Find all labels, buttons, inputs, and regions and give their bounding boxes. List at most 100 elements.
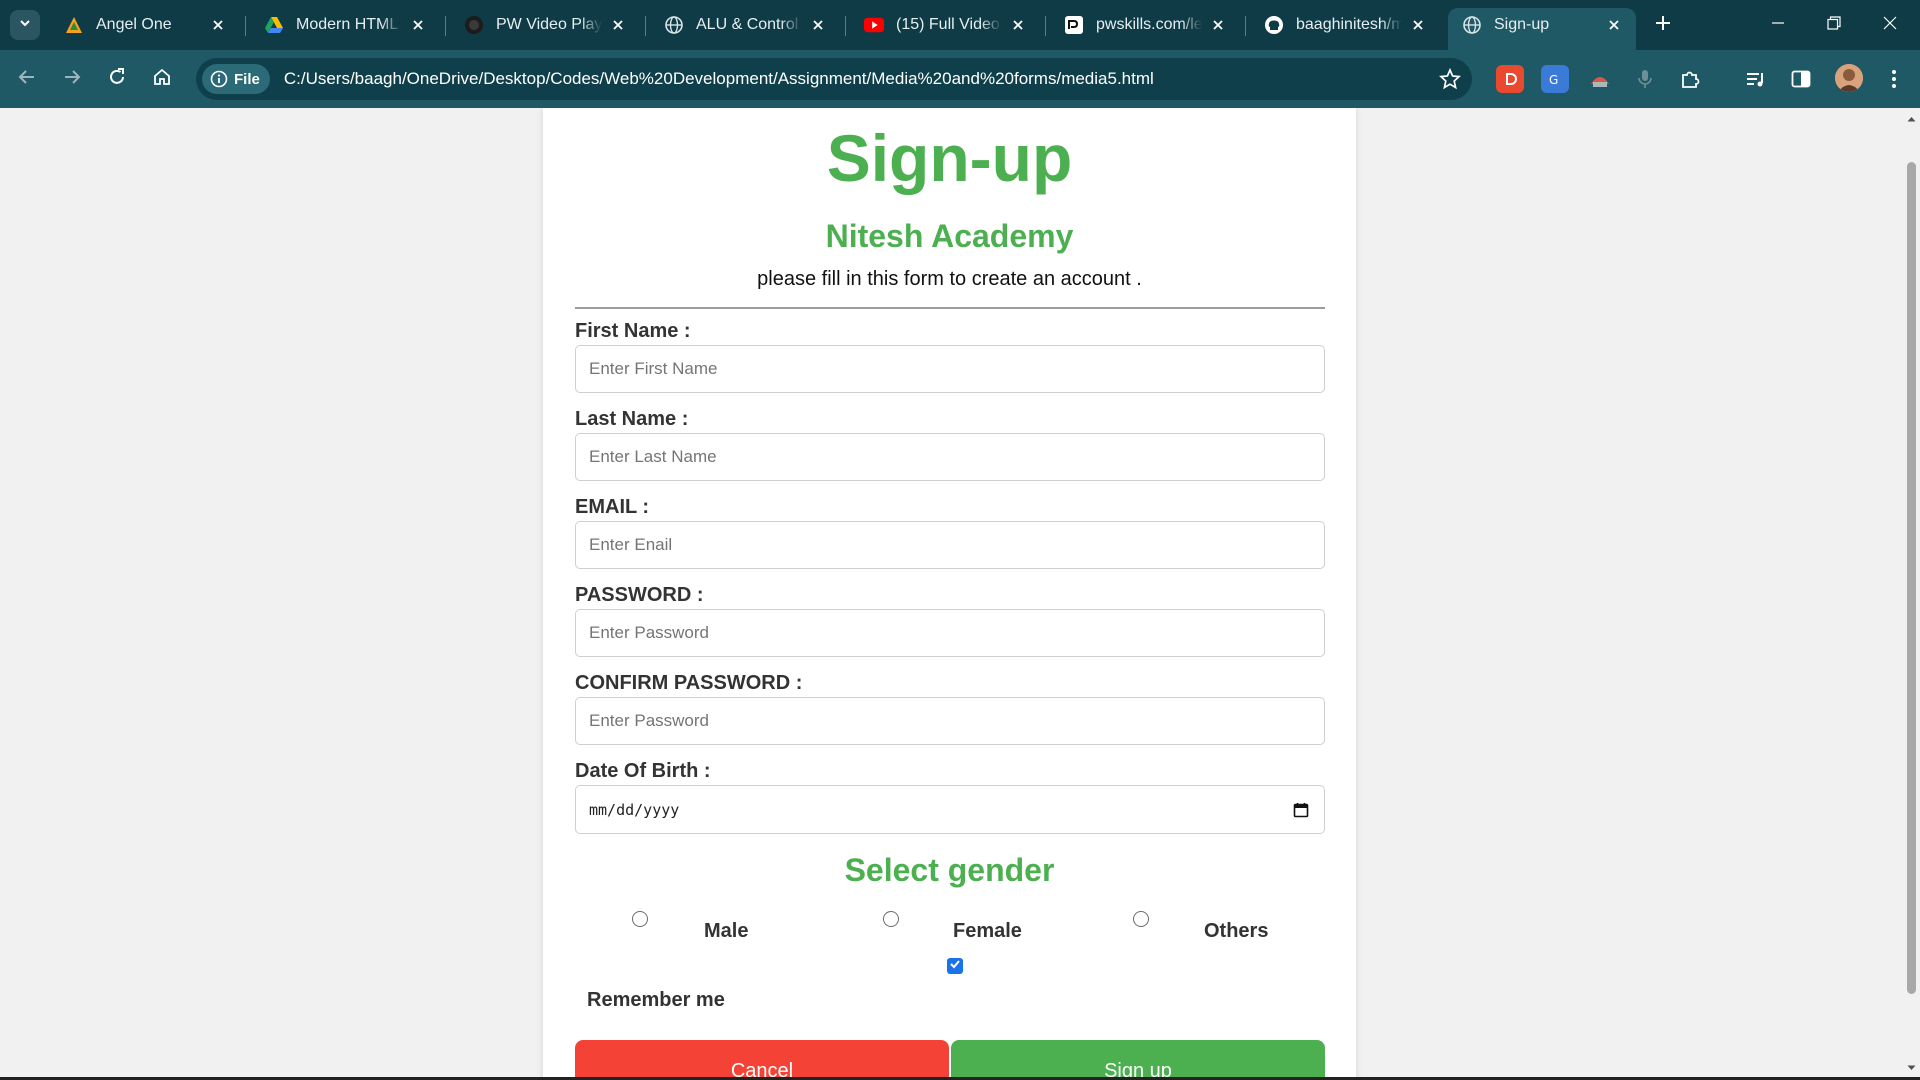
info-icon xyxy=(210,70,228,88)
extension-icon[interactable] xyxy=(1586,65,1614,93)
tab-separator xyxy=(445,16,446,36)
scrollbar-thumb[interactable] xyxy=(1907,162,1916,994)
close-icon[interactable] xyxy=(1408,15,1428,35)
angel-one-icon xyxy=(64,15,84,35)
puzzle-icon[interactable] xyxy=(1676,65,1704,93)
side-panel-icon[interactable] xyxy=(1787,65,1815,93)
browser-toolbar: File C:/Users/baagh/OneDrive/Desktop/Cod… xyxy=(0,50,1920,108)
remember-me-checkbox[interactable] xyxy=(947,958,963,974)
sign-up-button[interactable]: Sign up xyxy=(951,1040,1325,1080)
restore-button[interactable] xyxy=(1806,0,1862,50)
home-icon xyxy=(152,67,172,92)
remember-me-label: Remember me xyxy=(587,989,725,1011)
close-icon xyxy=(1883,16,1897,35)
tab-pwskills[interactable]: pwskills.com/lea xyxy=(1050,8,1240,42)
signup-form-card: Sign-up Nitesh Academy please fill in th… xyxy=(543,108,1356,1080)
site-info-chip[interactable]: File xyxy=(202,64,270,94)
youtube-icon xyxy=(864,15,884,35)
restore-icon xyxy=(1827,15,1841,35)
star-icon[interactable] xyxy=(1438,67,1462,91)
tab-angel-one[interactable]: Angel One xyxy=(50,8,240,42)
confirm-password-label: CONFIRM PASSWORD : xyxy=(575,672,803,694)
back-button[interactable] xyxy=(10,62,44,96)
tab-separator xyxy=(1045,16,1046,36)
checkmark-icon xyxy=(949,957,961,975)
cancel-button[interactable]: Cancel xyxy=(575,1040,949,1080)
first-name-input[interactable] xyxy=(575,345,1325,393)
password-input[interactable] xyxy=(575,609,1325,657)
last-name-label: Last Name : xyxy=(575,408,689,430)
close-icon[interactable] xyxy=(1604,15,1624,35)
first-name-label: First Name : xyxy=(575,320,691,342)
close-icon[interactable] xyxy=(408,15,428,35)
avatar[interactable] xyxy=(1835,64,1863,92)
pwskills-icon xyxy=(1064,15,1084,35)
gender-label-male: Male xyxy=(704,920,749,942)
divider xyxy=(575,307,1325,309)
confirm-password-input[interactable] xyxy=(575,697,1325,745)
close-icon[interactable] xyxy=(808,15,828,35)
close-icon[interactable] xyxy=(208,15,228,35)
tab-github[interactable]: baaghinitesh/me xyxy=(1250,8,1440,42)
email-input[interactable] xyxy=(575,521,1325,569)
last-name-input[interactable] xyxy=(575,433,1325,481)
more-menu-icon[interactable] xyxy=(1880,65,1908,93)
forward-button[interactable] xyxy=(55,62,89,96)
form-subtitle: please fill in this form to create an ac… xyxy=(757,268,1142,290)
globe-icon xyxy=(1462,15,1482,35)
gender-radio-male[interactable] xyxy=(632,911,648,927)
password-label: PASSWORD : xyxy=(575,584,704,606)
gender-radio-female[interactable] xyxy=(883,911,899,927)
reload-button[interactable] xyxy=(100,62,134,96)
translate-icon[interactable]: G xyxy=(1541,65,1569,93)
svg-text:G: G xyxy=(1549,73,1558,87)
plus-icon xyxy=(1655,15,1671,36)
new-tab-button[interactable] xyxy=(1648,10,1678,40)
tab-separator xyxy=(845,16,846,36)
tab-strip: Angel One Modern HTML A PW Video Player … xyxy=(0,0,1920,50)
close-icon[interactable] xyxy=(608,15,628,35)
academy-name: Nitesh Academy xyxy=(825,218,1074,254)
dob-value: mm/dd/yyyy xyxy=(589,800,680,819)
gender-radio-others[interactable] xyxy=(1133,911,1149,927)
drive-icon xyxy=(264,15,284,35)
calendar-icon[interactable] xyxy=(1291,800,1311,820)
tab-youtube[interactable]: (15) Full Video: G xyxy=(850,8,1040,42)
close-icon[interactable] xyxy=(1008,15,1028,35)
media-control-icon[interactable] xyxy=(1742,65,1770,93)
github-icon xyxy=(1264,15,1284,35)
address-bar[interactable]: File C:/Users/baagh/OneDrive/Desktop/Cod… xyxy=(196,58,1472,100)
gender-label-female: Female xyxy=(953,920,1022,942)
chevron-down-icon xyxy=(18,16,32,35)
tab-separator xyxy=(245,16,246,36)
tab-separator xyxy=(645,16,646,36)
home-button[interactable] xyxy=(145,62,179,96)
tab-search-button[interactable] xyxy=(10,10,40,40)
extension-icon[interactable] xyxy=(1496,65,1524,93)
page-viewport: Sign-up Nitesh Academy please fill in th… xyxy=(0,108,1903,1080)
site-chip-label: File xyxy=(234,70,260,88)
tab-separator xyxy=(1245,16,1246,36)
scroll-up-arrow[interactable] xyxy=(1903,110,1920,127)
microphone-icon[interactable] xyxy=(1631,65,1659,93)
email-label: EMAIL : xyxy=(575,496,650,518)
dob-label: Date Of Birth : xyxy=(575,760,711,782)
vertical-scrollbar[interactable] xyxy=(1903,108,1920,1080)
arrow-right-icon xyxy=(62,67,82,92)
gender-heading: Select gender xyxy=(844,852,1055,888)
dob-input[interactable]: mm/dd/yyyy xyxy=(575,785,1325,834)
window-close-button[interactable] xyxy=(1862,0,1918,50)
pw-icon xyxy=(464,15,484,35)
tab-pw-video-player[interactable]: PW Video Player xyxy=(450,8,640,42)
minimize-button[interactable] xyxy=(1750,0,1806,50)
tab-modern-html[interactable]: Modern HTML A xyxy=(250,8,440,42)
tab-sign-up[interactable]: Sign-up xyxy=(1448,8,1636,50)
tab-alu-control[interactable]: ALU & Control U xyxy=(650,8,840,42)
page-title: Sign-up xyxy=(826,121,1073,195)
close-icon[interactable] xyxy=(1208,15,1228,35)
scroll-down-arrow[interactable] xyxy=(1903,1059,1920,1076)
gender-label-others: Others xyxy=(1204,920,1269,942)
arrow-left-icon xyxy=(17,67,37,92)
globe-icon xyxy=(664,15,684,35)
url-text[interactable]: C:/Users/baagh/OneDrive/Desktop/Codes/We… xyxy=(284,69,1154,89)
